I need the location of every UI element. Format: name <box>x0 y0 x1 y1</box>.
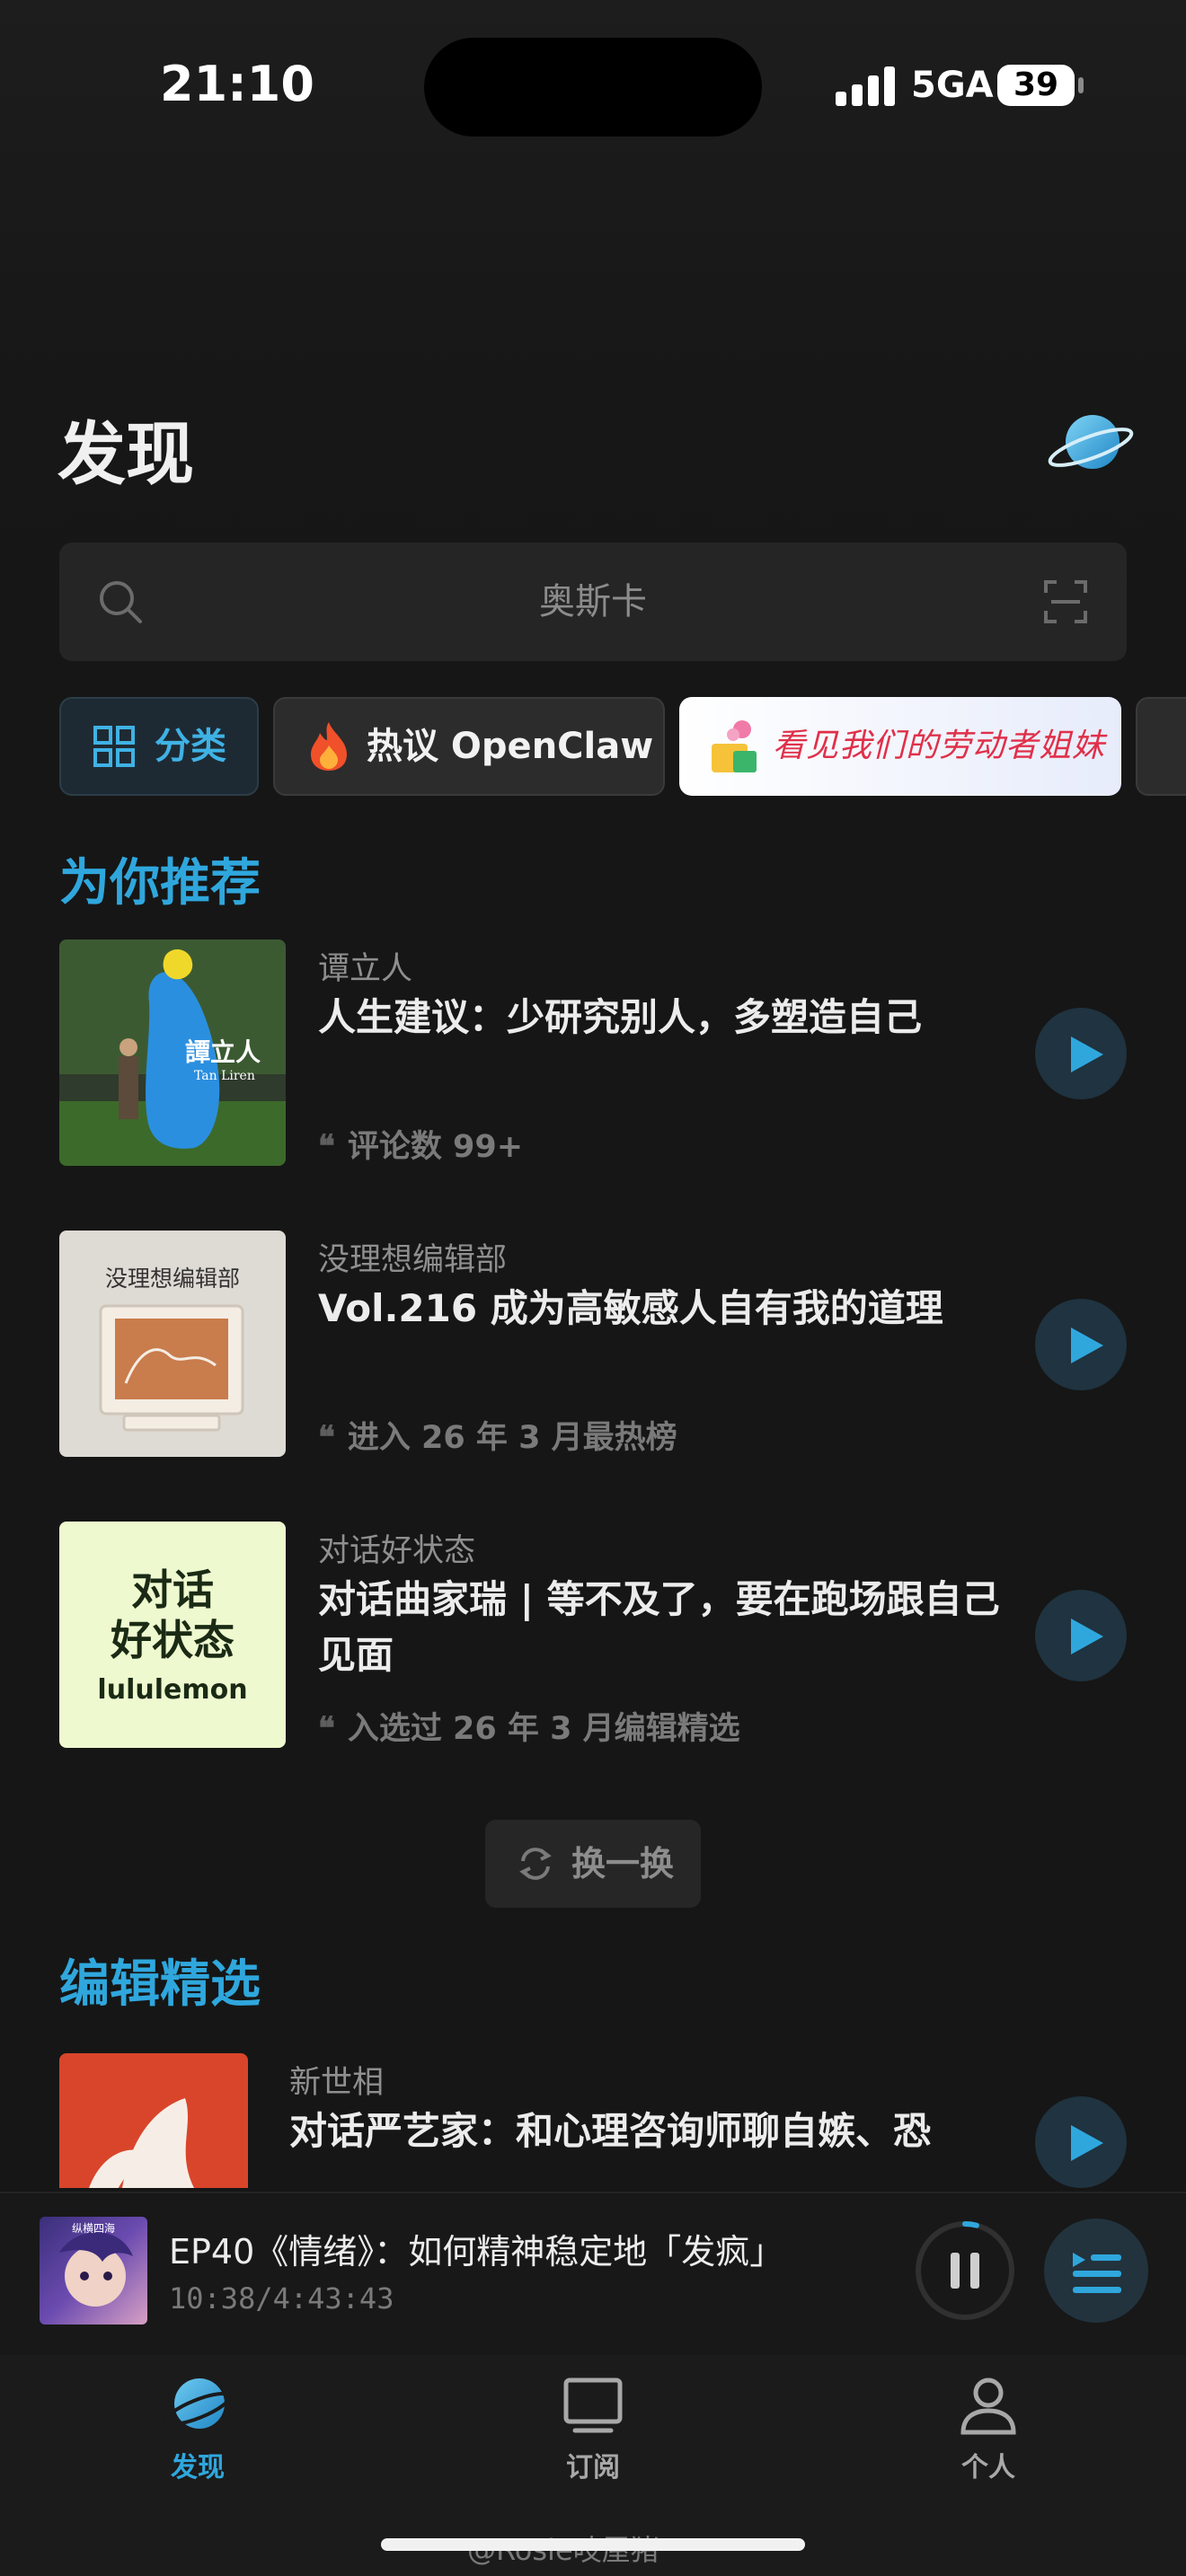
play-icon <box>1071 1619 1103 1654</box>
planet-icon <box>164 2378 232 2429</box>
player-title: EP40《情绪》：如何精神稳定地「发疯」 <box>169 2232 784 2272</box>
scan-icon[interactable] <box>1042 578 1089 625</box>
play-icon <box>1071 1037 1103 1072</box>
podcast-name: 新世相 <box>289 2065 385 2101</box>
quote-icon: ❝ <box>318 1710 335 1747</box>
editor-section-title: 编辑精选 <box>59 1955 261 2014</box>
tab-label: 订阅 <box>566 2452 620 2483</box>
grid-icon <box>93 726 135 767</box>
network-label: 5GA <box>911 65 994 106</box>
page-title: 发现 <box>58 414 194 494</box>
episode-title: 人生建议：少研究别人，多塑造自己 <box>318 995 923 1039</box>
pause-icon <box>951 2253 960 2289</box>
episode-meta: ❝ 评论数 99+ <box>318 1121 523 1167</box>
tab-label: 个人 <box>961 2452 1015 2483</box>
battery-nub <box>1078 77 1084 93</box>
thumbnail-text: 纵横四海 <box>71 2222 115 2235</box>
play-icon <box>1071 2125 1103 2161</box>
dynamic-island <box>424 38 762 137</box>
flower-pot-icon <box>712 720 757 772</box>
cover-text: 譚立人 <box>185 1037 261 1067</box>
refresh-icon <box>519 1848 552 1880</box>
play-button[interactable] <box>1035 1590 1127 1681</box>
cover-text: 好状态 <box>111 1616 235 1664</box>
episode-title: 对话严艺家：和心理咨询师聊自嫉、恐 <box>289 2109 932 2153</box>
playlist-button[interactable] <box>1044 2219 1148 2323</box>
playlist-icon <box>1073 2253 1121 2293</box>
planet-icon[interactable] <box>1046 408 1136 480</box>
tab-subscriptions[interactable]: 订阅 <box>458 2355 728 2508</box>
more-chip[interactable] <box>1136 697 1186 796</box>
signal-icon <box>836 66 898 106</box>
quote-icon: ❝ <box>318 1419 335 1456</box>
category-chip[interactable]: 分类 <box>59 697 259 796</box>
episode-row[interactable]: 对话 好状态 lululemon 对话好状态 对话曲家瑞 | 等不及了，要在跑场… <box>59 1522 1127 1750</box>
episode-meta: ❝ 进入 26 年 3 月最热榜 <box>318 1412 677 1458</box>
episode-cover: 对话 好状态 lululemon <box>59 1522 286 1748</box>
campaign-banner-label: 看见我们的劳动者姐妹 <box>773 728 1106 764</box>
podcast-name: 没理想编辑部 <box>318 1242 508 1278</box>
episode-cover: 没理想编辑部 <box>59 1231 286 1457</box>
podcast-name: 谭立人 <box>318 951 413 987</box>
episode-row[interactable]: 新世相 对话严艺家：和心理咨询师聊自嫉、恐 <box>59 2053 1127 2188</box>
episode-cover <box>59 2053 248 2188</box>
screen: 21:10 5GA 39 发现 奥斯卡 分类 热议 OpenClaw 看见我们的… <box>0 0 1186 2576</box>
cover-brand: lululemon <box>97 1674 248 1706</box>
search-bar[interactable]: 奥斯卡 <box>59 543 1127 661</box>
play-icon <box>1071 1328 1103 1363</box>
refresh-button[interactable]: 换一换 <box>485 1820 701 1908</box>
monitor-icon <box>563 2378 623 2433</box>
episode-meta: ❝ 入选过 26 年 3 月编辑精选 <box>318 1703 740 1749</box>
home-indicator[interactable] <box>381 2538 805 2551</box>
episode-meta-text: 入选过 26 年 3 月编辑精选 <box>347 1711 740 1747</box>
episode-cover: 譚立人 Tan Liren <box>59 940 286 1166</box>
player-thumbnail: 纵横四海 <box>40 2217 147 2325</box>
episode-meta-text: 进入 26 年 3 月最热榜 <box>347 1420 677 1456</box>
category-chip-label: 分类 <box>155 726 226 767</box>
play-button[interactable] <box>1035 1299 1127 1390</box>
tab-profile[interactable]: 个人 <box>854 2355 1123 2508</box>
mini-player[interactable]: 纵横四海 EP40《情绪》：如何精神稳定地「发疯」 10:38/4:43:43 <box>0 2192 1186 2357</box>
hot-topic-label: 热议 OpenClaw <box>367 726 654 767</box>
episode-title: 对话曲家瑞 | 等不及了，要在跑场跟自己见面 <box>318 1577 1000 1677</box>
hot-topic-chip[interactable]: 热议 OpenClaw <box>273 697 665 796</box>
battery-icon: 39 <box>997 65 1075 106</box>
cover-subtext: Tan Liren <box>194 1069 255 1083</box>
episode-row[interactable]: 譚立人 Tan Liren 谭立人 人生建议：少研究别人，多塑造自己 ❝ 评论数 … <box>59 940 1127 1168</box>
tab-label: 发现 <box>171 2452 225 2483</box>
playback-progress-ring <box>962 2221 979 2228</box>
refresh-label: 换一换 <box>571 1844 675 1883</box>
play-button[interactable] <box>1035 2096 1127 2188</box>
person-icon <box>960 2378 1016 2435</box>
search-placeholder: 奥斯卡 <box>539 581 647 622</box>
play-button[interactable] <box>1035 1008 1127 1099</box>
battery-level: 39 <box>1013 66 1059 103</box>
status-time: 21:10 <box>160 56 314 112</box>
tab-discover[interactable]: 发现 <box>63 2355 332 2508</box>
flame-icon <box>311 722 347 771</box>
recommend-section-title: 为你推荐 <box>59 854 261 913</box>
campaign-banner-chip[interactable]: 看见我们的劳动者姐妹 <box>679 697 1121 796</box>
pause-button[interactable] <box>913 2219 1017 2323</box>
player-time: 10:38/4:43:43 <box>169 2281 394 2316</box>
quote-icon: ❝ <box>318 1128 335 1165</box>
episode-title: Vol.216 成为高敏感人自有我的道理 <box>318 1286 943 1330</box>
podcast-name: 对话好状态 <box>318 1533 476 1569</box>
episode-meta-text: 评论数 99+ <box>347 1129 524 1165</box>
episode-row[interactable]: 没理想编辑部 没理想编辑部 Vol.216 成为高敏感人自有我的道理 ❝ 进入 2… <box>59 1231 1127 1459</box>
